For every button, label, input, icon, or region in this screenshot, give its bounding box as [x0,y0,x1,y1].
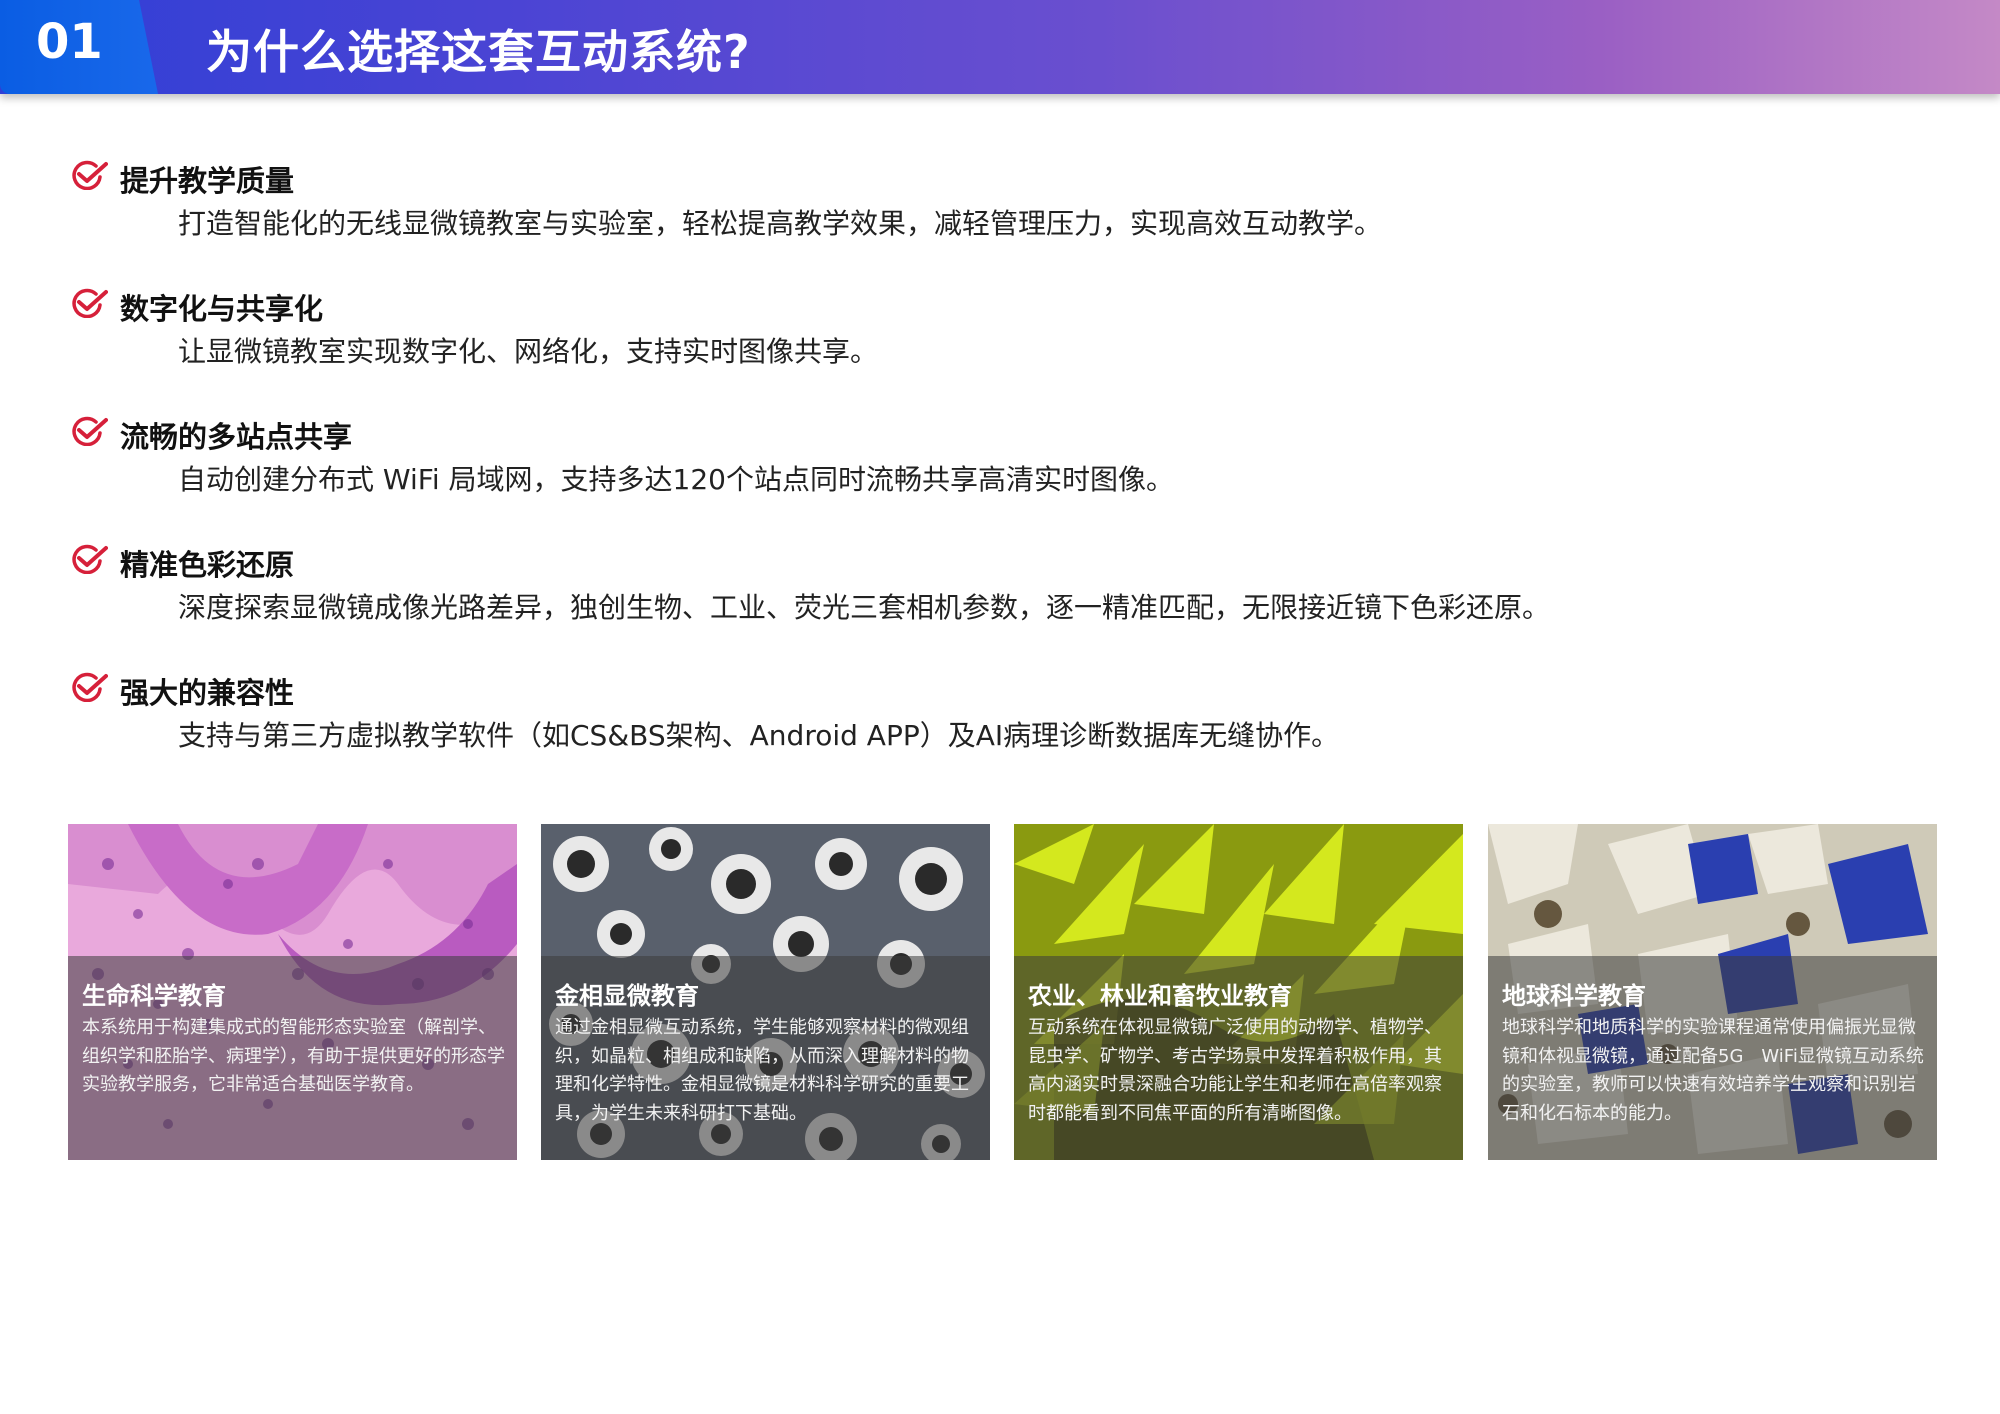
feature-description: 打造智能化的无线显微镜教室与实验室，轻松提高教学效果，减轻管理压力，实现高效互动… [178,207,1383,240]
feature-title: 提升教学质量 [120,164,295,198]
card-description: 本系统用于构建集成式的智能形态实验室（解剖学、组织学和胚胎学、病理学），有助于提… [82,1017,505,1095]
feature-description: 深度探索显微镜成像光路差异，独创生物、工业、荧光三套相机参数，逐一精准匹配，无限… [178,591,1551,624]
card-agriculture: 农业、林业和畜牧业教育 互动系统在体视显微镜广泛使用的动物学、植物学、昆虫学、矿… [1014,824,1463,1160]
section-number: 01 [36,14,103,70]
feature-title: 流畅的多站点共享 [120,420,353,454]
feature-description: 支持与第三方虚拟教学软件（如CS&BS架构、Android APP）及AI病理诊… [178,719,1340,752]
card-title: 农业、林业和畜牧业教育 [1028,982,1292,1010]
feature-description: 让显微镜教室实现数字化、网络化，支持实时图像共享。 [178,335,879,368]
card-title: 金相显微教育 [555,982,699,1010]
card-description: 互动系统在体视显微镜广泛使用的动物学、植物学、昆虫学、矿物学、考古学场景中发挥着… [1028,1017,1442,1124]
feature-title: 强大的兼容性 [120,676,295,710]
feature-title: 精准色彩还原 [120,548,295,582]
card-title: 生命科学教育 [82,982,226,1010]
card-description: 地球科学和地质科学的实验课程通常使用偏振光显微镜和体视显微镜，通过配备5G Wi… [1502,1017,1924,1124]
card-life-science: 生命科学教育 本系统用于构建集成式的智能形态实验室（解剖学、组织学和胚胎学、病理… [68,824,517,1160]
card-description: 通过金相显微互动系统，学生能够观察材料的微观组织，如晶粒、相组成和缺陷，从而深入… [555,1017,969,1124]
check-circle-icon [72,160,108,190]
header-banner: 01 为什么选择这套互动系统? [0,0,2000,94]
check-circle-icon [72,672,108,702]
card-title: 地球科学教育 [1502,982,1646,1010]
feature-title: 数字化与共享化 [120,292,324,326]
check-circle-icon [72,288,108,318]
page-title: 为什么选择这套互动系统? [206,25,751,79]
check-circle-icon [72,416,108,446]
feature-description: 自动创建分布式 WiFi 局域网，支持多达120个站点同时流畅共享高清实时图像。 [178,463,1174,496]
section-number-badge: 01 [0,0,158,94]
card-earth-science: 地球科学教育 地球科学和地质科学的实验课程通常使用偏振光显微镜和体视显微镜，通过… [1488,824,1937,1160]
check-circle-icon [72,544,108,574]
card-metallography: 金相显微教育 通过金相显微互动系统，学生能够观察材料的微观组织，如晶粒、相组成和… [541,824,990,1160]
